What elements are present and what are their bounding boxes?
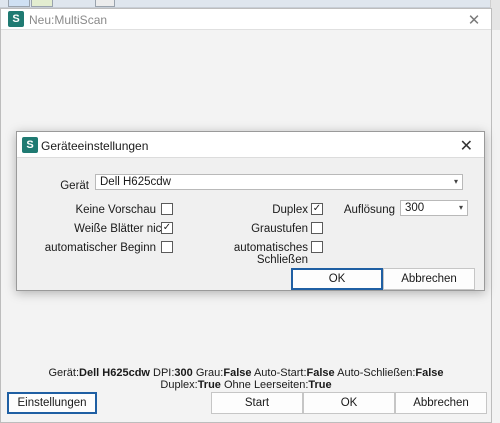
status-line-1: Gerät:Dell H625cdw DPI:300 Grau:False Au… <box>1 367 491 379</box>
grayscale-checkbox[interactable] <box>311 222 323 234</box>
status-summary: Gerät:Dell H625cdw DPI:300 Grau:False Au… <box>1 367 491 391</box>
status-key: DPI: <box>149 367 175 379</box>
start-button[interactable]: Start <box>211 392 303 414</box>
status-key: Grau: <box>192 367 224 379</box>
no-preview-label: Keine Vorschau <box>75 204 156 216</box>
cancel-button[interactable]: Abbrechen <box>395 392 487 414</box>
device-settings-dialog: S Geräteeinstellungen ✕ Gerät Dell H625c… <box>16 131 485 291</box>
status-value: 300 <box>174 367 193 379</box>
parent-app-toolbar-strip <box>0 0 500 30</box>
resolution-label: Auflösung <box>343 204 395 216</box>
status-key: Auto-Start: <box>251 367 307 379</box>
status-value: True <box>308 379 332 391</box>
app-logo-icon: S <box>8 11 24 27</box>
auto-close-checkbox[interactable] <box>311 241 323 253</box>
checkmark-icon: ✓ <box>162 222 172 233</box>
dialog-title: Geräteeinstellungen <box>41 139 149 153</box>
window-title: Neu:MultiScan <box>29 13 108 27</box>
toolbar-icon-3[interactable] <box>95 0 115 7</box>
main-close-icon[interactable]: ✕ <box>467 11 481 29</box>
auto-start-checkbox[interactable] <box>161 241 173 253</box>
status-value: False <box>306 367 335 379</box>
toolbar-icon-2[interactable] <box>31 0 53 7</box>
toolbar-icon-1[interactable] <box>8 0 30 7</box>
grayscale-label: Graustufen <box>251 223 308 235</box>
dialog-cancel-button[interactable]: Abbrechen <box>383 268 475 290</box>
ok-button[interactable]: OK <box>303 392 395 414</box>
auto-close-label: automatisches Schließen <box>233 242 308 266</box>
status-value: Dell H625cdw <box>79 367 150 379</box>
duplex-label: Duplex <box>272 204 308 216</box>
dialog-titlebar: S Geräteeinstellungen ✕ <box>17 132 484 158</box>
auto-start-label: automatischer Beginn <box>44 242 156 254</box>
duplex-checkbox[interactable]: ✓ <box>311 203 323 215</box>
device-select-value: Dell H625cdw <box>100 176 171 188</box>
status-key: Auto-Schließen: <box>334 367 416 379</box>
status-line-2: Duplex:True Ohne Leerseiten:True <box>1 379 491 391</box>
skip-white-pages-label: Weiße Blätter nicht <box>74 223 171 235</box>
checkmark-icon: ✓ <box>312 203 322 214</box>
status-key: Duplex: <box>160 379 198 391</box>
device-label: Gerät <box>60 180 89 192</box>
dialog-ok-button[interactable]: OK <box>291 268 383 290</box>
main-titlebar: S Neu:MultiScan ✕ <box>1 9 491 30</box>
status-value: False <box>415 367 444 379</box>
no-preview-checkbox[interactable] <box>161 203 173 215</box>
status-key: Ohne Leerseiten: <box>220 379 309 391</box>
dialog-close-icon[interactable]: ✕ <box>460 136 473 156</box>
resolution-select-value: 300 <box>405 202 425 214</box>
resolution-select[interactable]: 300 ▾ <box>400 200 468 216</box>
chevron-down-icon: ▾ <box>453 177 458 186</box>
skip-white-pages-checkbox[interactable]: ✓ <box>161 222 173 234</box>
dialog-logo-icon: S <box>22 137 38 153</box>
chevron-down-icon: ▾ <box>458 203 463 212</box>
device-select[interactable]: Dell H625cdw ▾ <box>95 174 463 190</box>
status-value: False <box>223 367 252 379</box>
status-value: True <box>197 379 221 391</box>
settings-button[interactable]: Einstellungen <box>7 392 97 414</box>
status-key: Gerät: <box>48 367 80 379</box>
